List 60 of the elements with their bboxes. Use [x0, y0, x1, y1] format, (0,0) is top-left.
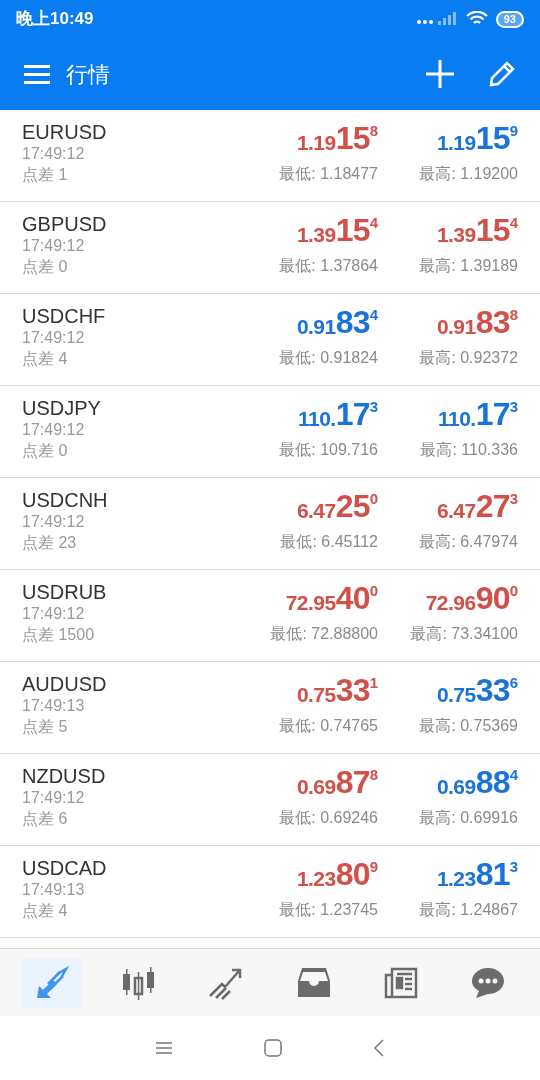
spread-text: 点差 1	[22, 165, 69, 185]
symbol-name: GBPUSD	[22, 214, 107, 235]
spread-text: 点差 4	[22, 901, 69, 921]
low-price: 最低: 0.91824	[279, 348, 378, 368]
symbol-name: USDRUB	[22, 582, 107, 603]
quote-time: 17:49:13	[22, 880, 86, 900]
battery-indicator: 93	[495, 10, 524, 28]
low-price: 最低: 0.74765	[279, 716, 378, 736]
page-title: 行情	[66, 60, 110, 89]
quote-time: 17:49:12	[22, 420, 86, 440]
quote-time: 17:49:12	[22, 512, 86, 532]
bottom-tab[interactable]	[21, 957, 82, 1008]
spread-text: 点差 23	[22, 533, 78, 553]
menu-icon[interactable]	[24, 64, 50, 84]
quote-time: 17:49:12	[22, 604, 86, 624]
symbol-name: NZDUSD	[22, 766, 106, 787]
symbol-name: AUDUSD	[22, 674, 107, 695]
high-price: 最高: 73.34100	[410, 624, 518, 644]
low-price: 最低: 72.88800	[270, 624, 378, 644]
inbox-icon	[296, 966, 331, 999]
quote-time: 17:49:12	[22, 328, 86, 348]
symbol-name: USDCAD	[22, 858, 107, 879]
add-icon[interactable]	[426, 60, 454, 88]
home-icon[interactable]	[264, 1039, 282, 1057]
high-price: 最高: 0.69916	[419, 808, 518, 828]
spread-text: 点差 6	[22, 809, 69, 829]
high-price: 最高: 1.24867	[419, 900, 518, 920]
high-price: 最高: 0.92372	[419, 348, 518, 368]
low-price: 最低: 6.45112	[280, 532, 378, 552]
spread-text: 点差 0	[22, 441, 69, 461]
symbol-name: USDJPY	[22, 398, 101, 419]
quote-time: 17:49:12	[22, 788, 86, 808]
menu-icon[interactable]	[156, 1041, 172, 1055]
high-price: 最高: 6.47974	[419, 532, 518, 552]
spread-text: 点差 4	[22, 349, 69, 369]
symbol-name: EURUSD	[22, 122, 107, 143]
symbol-name: USDCHF	[22, 306, 106, 327]
high-price: 最高: 1.19200	[419, 164, 518, 184]
back-icon[interactable]	[374, 1039, 384, 1057]
spread-text: 点差 1500	[22, 625, 96, 645]
quote-time: 17:49:13	[22, 696, 86, 716]
quote-time: 17:49:12	[22, 236, 86, 256]
quote-time: 17:49:12	[22, 144, 86, 164]
status-time: 晚上10:49	[16, 8, 94, 31]
high-price: 最高: 110.336	[420, 440, 518, 460]
low-price: 最低: 1.18477	[279, 164, 378, 184]
low-price: 最低: 1.37864	[279, 256, 378, 276]
symbol-name: USDCNH	[22, 490, 108, 511]
newspaper-icon	[383, 966, 418, 999]
pencil-icon[interactable]	[488, 60, 516, 88]
high-price: 最高: 0.75369	[419, 716, 518, 736]
chat-icon	[471, 966, 506, 999]
spread-text: 点差 0	[22, 257, 69, 277]
low-price: 最低: 1.23745	[279, 900, 378, 920]
candlestick-icon	[121, 965, 157, 1000]
low-price: 最低: 0.69246	[279, 808, 378, 828]
high-price: 最高: 1.39189	[419, 256, 518, 276]
signal-icon	[415, 12, 458, 26]
low-price: 最低: 109.716	[279, 440, 378, 460]
spread-text: 点差 5	[22, 717, 69, 737]
